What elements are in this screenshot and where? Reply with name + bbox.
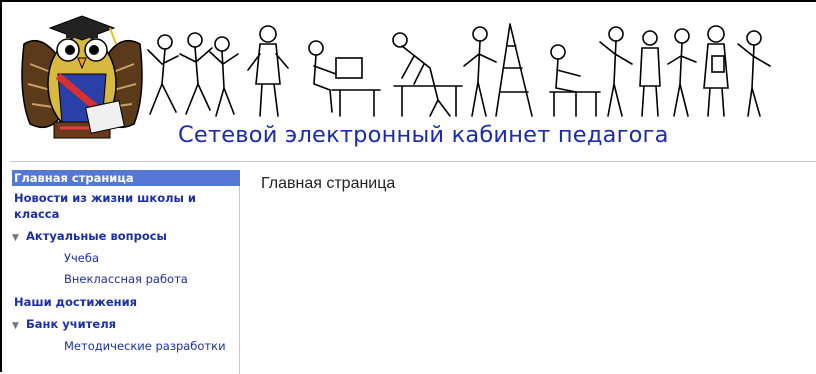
sidebar-item-home[interactable]: Главная страница bbox=[12, 170, 240, 186]
sidebar-item-label: Банк учителя bbox=[26, 317, 117, 331]
sidebar-item-label: Учеба bbox=[64, 251, 100, 265]
sidebar-item-label: класса bbox=[14, 207, 60, 221]
sidebar-item-label: Методические разработки bbox=[64, 339, 226, 353]
site-header: Сетевой электронный кабинет педагога bbox=[10, 4, 816, 158]
sidebar-item-methodical[interactable]: Методические разработки bbox=[64, 338, 226, 354]
sidebar-nav: Главная страница Новости из жизни школы … bbox=[12, 170, 240, 374]
page-title: Главная страница bbox=[261, 175, 396, 192]
sidebar-item-label: Наши достижения bbox=[14, 295, 138, 309]
sidebar-item-news[interactable]: Новости из жизни школы и bbox=[12, 190, 196, 206]
triangle-down-icon[interactable]: ▼ bbox=[12, 318, 26, 334]
sidebar-item-extracurricular[interactable]: Внеклассная работа bbox=[64, 271, 188, 287]
sidebar-item-label: Актуальные вопросы bbox=[26, 229, 167, 243]
sidebar-item-label: Главная страница bbox=[14, 171, 134, 185]
header-divider bbox=[10, 161, 816, 162]
sidebar-item-label: Новости из жизни школы и bbox=[14, 191, 196, 205]
classroom-figures-illustration bbox=[147, 23, 771, 117]
sidebar-item-label: Внеклассная работа bbox=[64, 272, 188, 286]
sidebar-item-achievements[interactable]: Наши достижения bbox=[12, 294, 137, 310]
sidebar-item-study[interactable]: Учеба bbox=[64, 250, 99, 266]
owl-mascot-logo bbox=[21, 15, 143, 139]
site-title: Сетевой электронный кабинет педагога bbox=[178, 122, 669, 148]
triangle-down-icon[interactable]: ▼ bbox=[12, 230, 26, 246]
sidebar-item-news-cont[interactable]: класса bbox=[12, 206, 59, 222]
sidebar-item-teacher-bank[interactable]: ▼ Банк учителя bbox=[12, 316, 116, 334]
page-frame: Сетевой электронный кабинет педагога Гла… bbox=[0, 0, 816, 374]
sidebar-item-current-issues[interactable]: ▼ Актуальные вопросы bbox=[12, 228, 167, 246]
